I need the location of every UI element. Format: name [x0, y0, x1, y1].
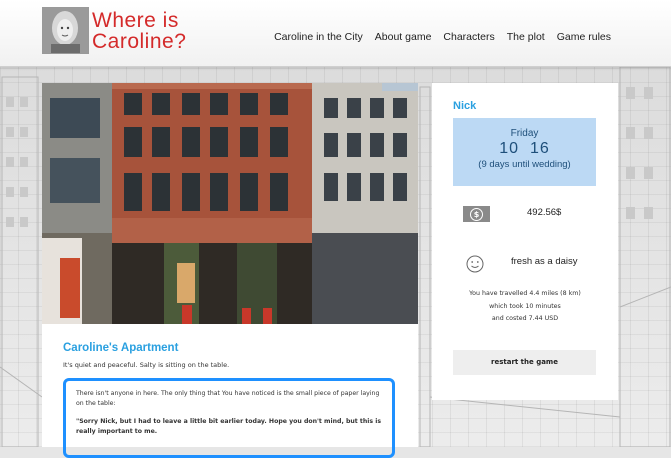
travel-summary: You have travelled 4.4 miles (8 km) whic… [432, 288, 618, 326]
note-text: "Sorry Nick, but I had to leave a little… [76, 418, 382, 435]
time-display: 10 16 [453, 140, 596, 158]
site-logo-text[interactable]: Where is Caroline? [92, 10, 232, 52]
dollar-icon: $ [470, 208, 483, 221]
money-icon: $ [463, 206, 490, 222]
money-amount: 492.56$ [527, 207, 562, 218]
status-panel: Nick Friday 10 16 (9 days until wedding)… [432, 83, 618, 400]
location-textbox: There isn't anyone in here. The only thi… [63, 378, 395, 458]
nav-about-game[interactable]: About game [375, 31, 432, 43]
nav-game-rules[interactable]: Game rules [557, 31, 611, 43]
location-title: Caroline's Apartment [63, 342, 179, 354]
time-hour: 10 [499, 140, 520, 157]
player-name: Nick [453, 100, 477, 112]
nav-the-plot[interactable]: The plot [507, 31, 545, 43]
location-description: It's quiet and peaceful. Salty is sittin… [63, 361, 230, 369]
days-until-wedding: (9 days until wedding) [478, 159, 571, 170]
travel-distance: You have travelled 4.4 miles (8 km) [469, 290, 581, 297]
smiley-icon [466, 255, 484, 273]
caroline-portrait-logo[interactable] [42, 7, 89, 54]
restart-game-button[interactable]: restart the game [453, 350, 596, 375]
mood-text: fresh as a daisy [511, 256, 578, 267]
site-header: Where is Caroline? Caroline in the City … [0, 0, 671, 67]
location-photo [42, 83, 418, 324]
nav-caroline-in-the-city[interactable]: Caroline in the City [274, 31, 363, 43]
time-minute: 16 [529, 140, 550, 157]
logo-line-1: Where is [92, 9, 179, 32]
date-time-box: Friday 10 16 (9 days until wedding) [453, 118, 596, 186]
travel-time: which took 10 minutes [489, 302, 561, 310]
main-nav: Caroline in the City About game Characte… [274, 31, 611, 43]
location-panel: Caroline's Apartment It's quiet and peac… [42, 83, 418, 458]
location-text: There isn't anyone in here. The only thi… [76, 390, 380, 407]
nav-characters[interactable]: Characters [443, 31, 494, 43]
travel-cost: and costed 7.44 USD [491, 315, 559, 322]
logo-line-2: Caroline? [92, 30, 187, 53]
day-label: Friday [510, 128, 539, 139]
